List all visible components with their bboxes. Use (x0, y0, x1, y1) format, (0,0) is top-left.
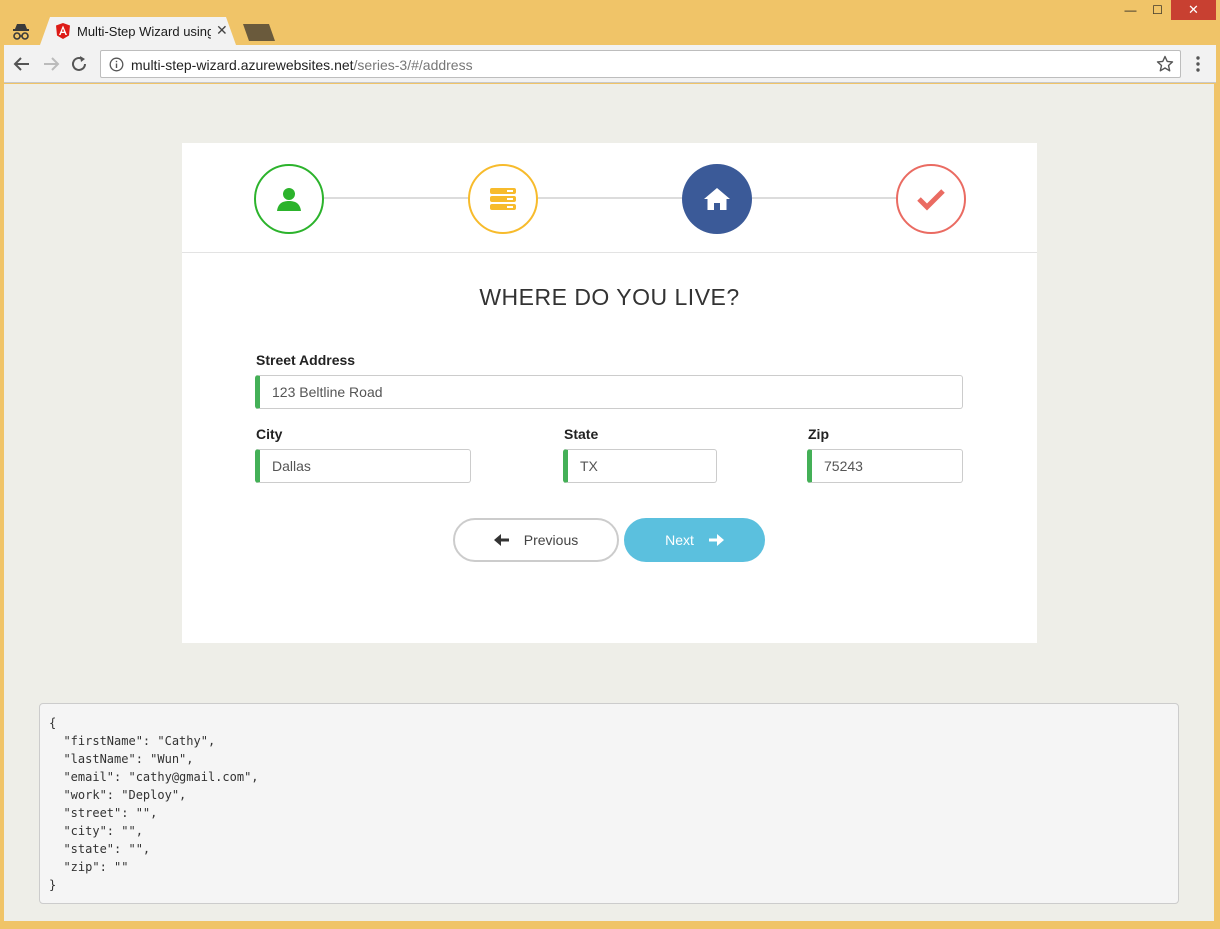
check-icon (917, 189, 945, 211)
zip-label: Zip (808, 426, 829, 442)
step-result[interactable] (896, 164, 966, 234)
city-label: City (256, 426, 283, 442)
step-connector (324, 197, 472, 199)
street-input[interactable] (255, 375, 963, 409)
step-address[interactable] (682, 164, 752, 234)
browser-tab[interactable]: Multi-Step Wizard using ✕ (40, 17, 236, 45)
incognito-icon (13, 24, 29, 40)
minimize-button[interactable]: — (1117, 0, 1144, 20)
tab-title: Multi-Step Wizard using (77, 24, 211, 39)
page-viewport: WHERE DO YOU LIVE? Street Address City S… (4, 84, 1214, 921)
next-button[interactable]: Next (624, 518, 765, 562)
server-icon (490, 188, 516, 210)
maximize-button[interactable]: ☐ (1144, 0, 1171, 20)
back-arrow-icon[interactable] (12, 54, 32, 74)
url-host: multi-step-wizard.azurewebsites.net (131, 57, 354, 73)
street-label: Street Address (256, 352, 356, 368)
info-icon[interactable] (109, 57, 124, 72)
step-connector (538, 197, 686, 199)
url-text: multi-step-wizard.azurewebsites.net/seri… (131, 57, 473, 73)
reload-icon[interactable] (69, 54, 89, 74)
new-tab-button[interactable] (243, 24, 275, 41)
step-profile[interactable] (254, 164, 324, 234)
form-data-json: { "firstName": "Cathy", "lastName": "Wun… (39, 703, 1179, 904)
step-work[interactable] (468, 164, 538, 234)
state-label: State (564, 426, 599, 442)
forward-arrow-icon[interactable] (41, 54, 61, 74)
url-path: /series-3/#/address (353, 57, 473, 73)
previous-label: Previous (523, 532, 579, 548)
close-window-button[interactable]: ✕ (1171, 0, 1216, 20)
city-input[interactable] (255, 449, 471, 483)
state-input[interactable] (563, 449, 717, 483)
bookmark-star-icon[interactable] (1156, 55, 1174, 73)
previous-button[interactable]: Previous (453, 518, 619, 562)
browser-menu-icon[interactable] (1190, 55, 1206, 73)
wizard-steps (182, 143, 1037, 253)
arrow-right-icon (708, 534, 724, 546)
window-controls: — ☐ ✕ (1117, 0, 1216, 20)
wizard-card: WHERE DO YOU LIVE? Street Address City S… (182, 143, 1037, 643)
window-titlebar: Multi-Step Wizard using ✕ — ☐ ✕ (0, 0, 1220, 45)
zip-input[interactable] (807, 449, 963, 483)
tab-close-icon[interactable]: ✕ (216, 22, 228, 39)
home-icon (704, 188, 730, 210)
arrow-left-icon (493, 534, 509, 546)
browser-toolbar: multi-step-wizard.azurewebsites.net/seri… (4, 45, 1216, 83)
user-icon (277, 188, 301, 211)
form-title: WHERE DO YOU LIVE? (479, 284, 740, 310)
next-label: Next (665, 532, 694, 548)
step-connector (752, 197, 900, 199)
angular-favicon-icon (56, 23, 70, 39)
address-bar[interactable]: multi-step-wizard.azurewebsites.net/seri… (100, 50, 1181, 78)
